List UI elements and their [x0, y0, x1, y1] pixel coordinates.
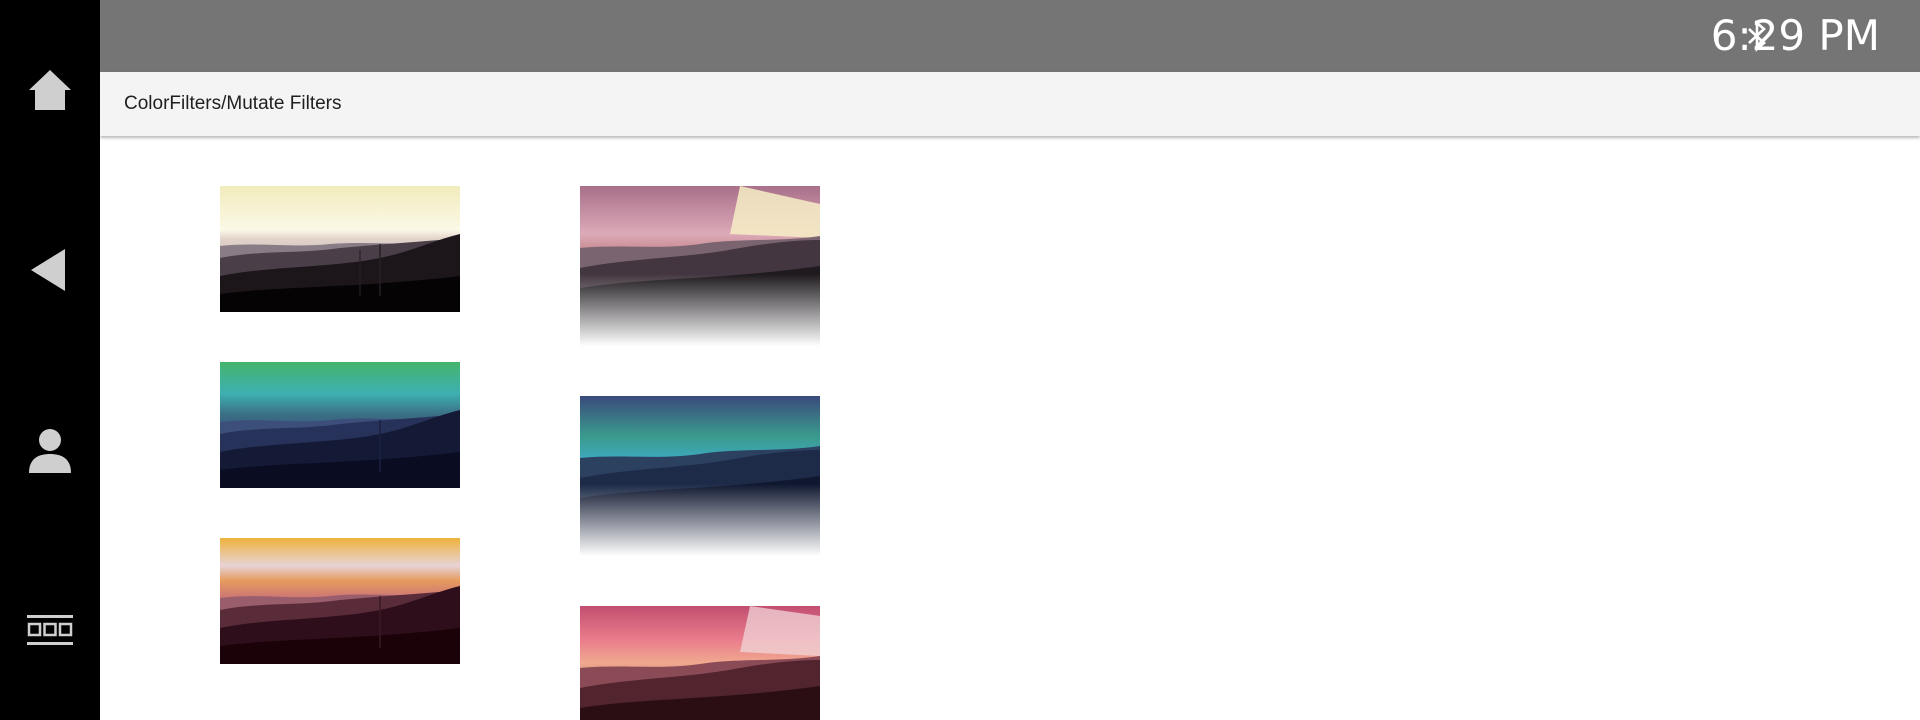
person-icon — [29, 429, 71, 473]
navigation-rail — [0, 0, 100, 720]
app-window: 6:29 PM ColorFilters/Mutate Filters — [0, 0, 1920, 720]
title-bar: ColorFilters/Mutate Filters — [100, 72, 1920, 136]
home-icon — [29, 70, 71, 110]
clock: 6:29 PM — [1710, 11, 1880, 60]
landscape-image-teal — [220, 362, 460, 488]
content-area — [100, 136, 1920, 720]
back-icon — [31, 249, 65, 291]
back-button[interactable] — [0, 220, 100, 320]
landscape-image-warm-faded — [580, 186, 820, 346]
status-bar: 6:29 PM — [100, 0, 1920, 72]
landscape-image-sunset-faded — [580, 606, 820, 720]
apps-button[interactable] — [0, 580, 100, 680]
landscape-image-teal-faded — [580, 396, 820, 556]
home-button[interactable] — [0, 40, 100, 140]
page-title: ColorFilters/Mutate Filters — [124, 93, 342, 114]
landscape-image-sunset — [220, 538, 460, 664]
profile-button[interactable] — [0, 400, 100, 500]
apps-grid-icon — [27, 615, 73, 645]
landscape-image-warm — [220, 186, 460, 312]
